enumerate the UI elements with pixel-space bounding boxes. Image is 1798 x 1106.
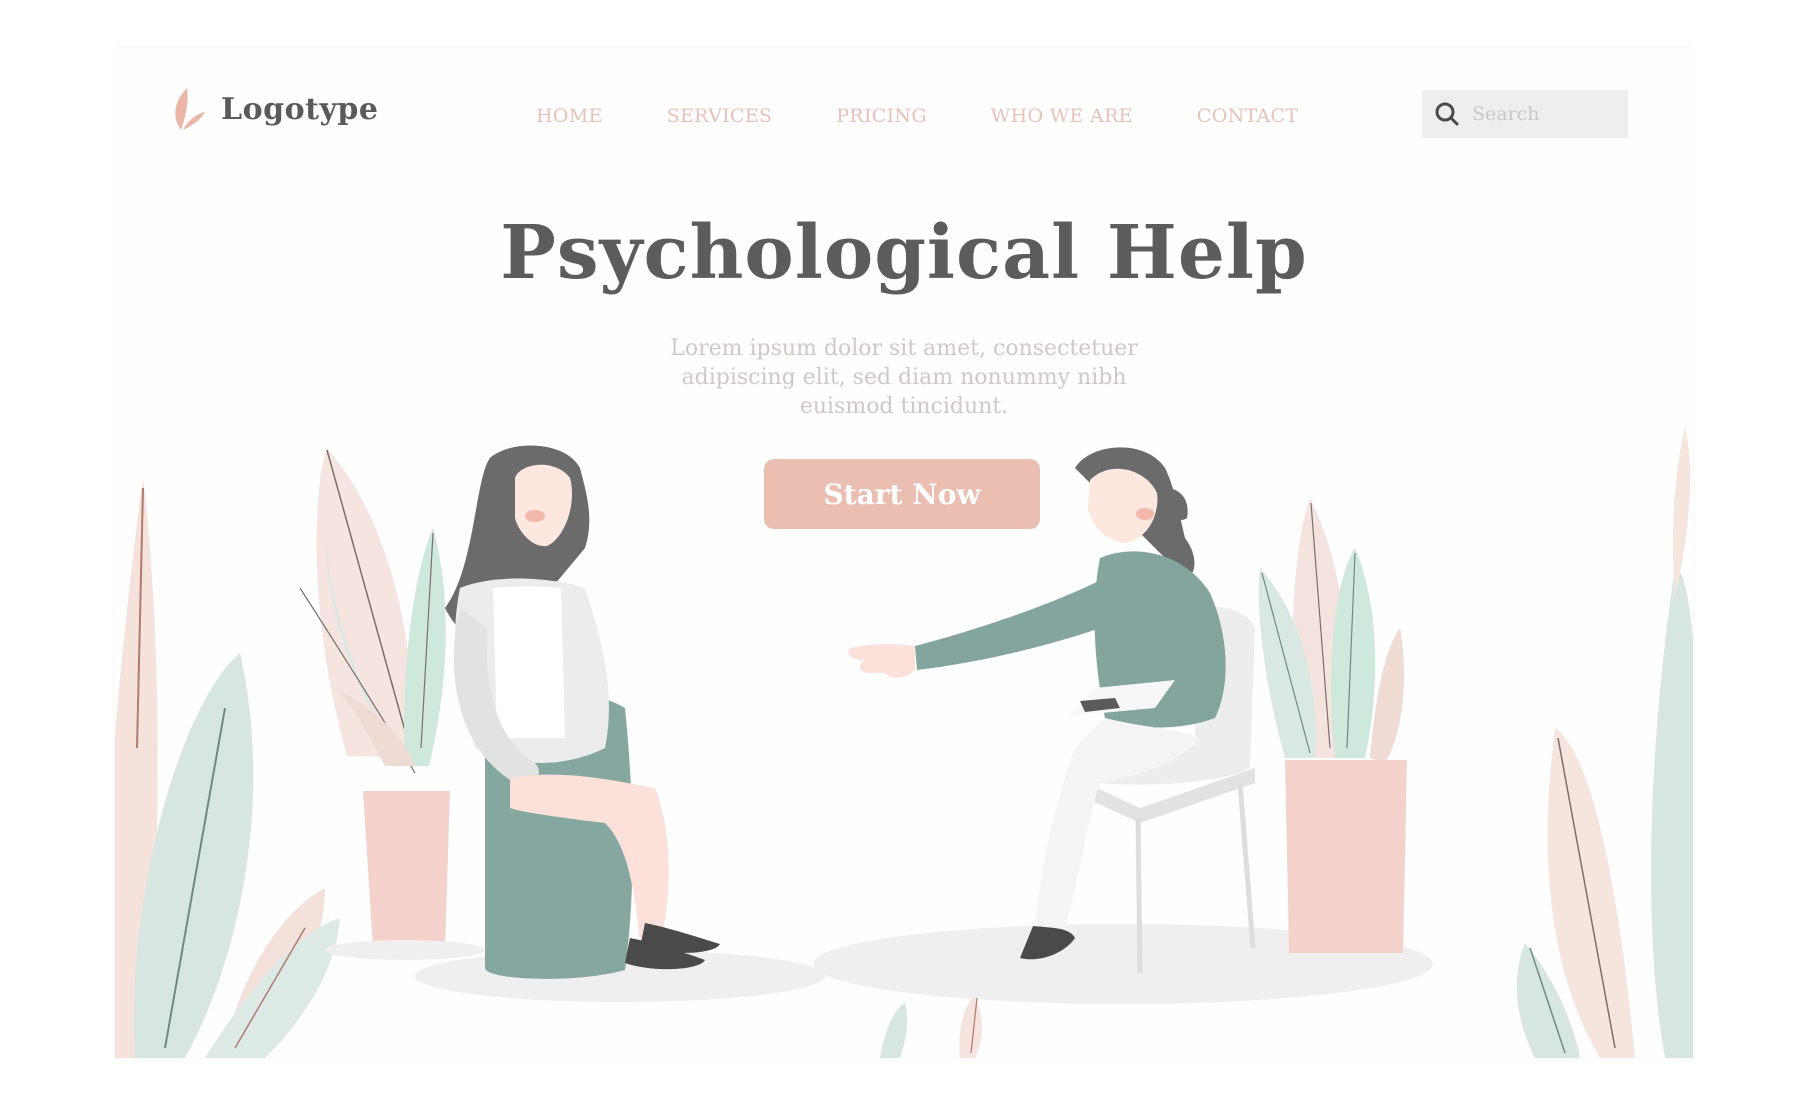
- search-input[interactable]: [1470, 102, 1624, 126]
- nav-services-link[interactable]: SERVICES: [667, 105, 773, 127]
- hero-subtitle: Lorem ipsum dolor sit amet, consectetuer…: [670, 336, 1138, 419]
- right-edge-plants: [1516, 428, 1693, 1058]
- brand-logo[interactable]: Logotype: [173, 86, 378, 132]
- nav-contact-link[interactable]: CONTACT: [1197, 105, 1298, 127]
- bottom-sprouts: [880, 996, 982, 1058]
- leaf-icon: [175, 88, 205, 130]
- therapy-session-illustration: [115, 428, 1693, 1058]
- right-potted-plant: [1258, 498, 1407, 953]
- brand-name: Logotype: [221, 91, 379, 127]
- nav-who-we-are-link[interactable]: WHO WE ARE: [991, 105, 1133, 127]
- start-now-button[interactable]: Start Now: [764, 459, 1040, 529]
- search-box[interactable]: [1422, 90, 1628, 138]
- nav-pricing-link[interactable]: PRICING: [836, 105, 927, 127]
- seated-client-figure: [415, 445, 825, 1002]
- left-potted-plant: [299, 448, 485, 960]
- nav-home-link[interactable]: HOME: [536, 105, 603, 127]
- top-navigation: Logotype HOME SERVICES PRICING WHO WE AR…: [115, 48, 1693, 178]
- hero-title: Psychological Help: [500, 210, 1308, 296]
- landing-page-card: Logotype HOME SERVICES PRICING WHO WE AR…: [115, 48, 1693, 1058]
- search-icon[interactable]: [1434, 101, 1460, 127]
- left-edge-plants: [115, 478, 340, 1058]
- main-menu: HOME SERVICES PRICING WHO WE ARE CONTACT: [536, 105, 1362, 127]
